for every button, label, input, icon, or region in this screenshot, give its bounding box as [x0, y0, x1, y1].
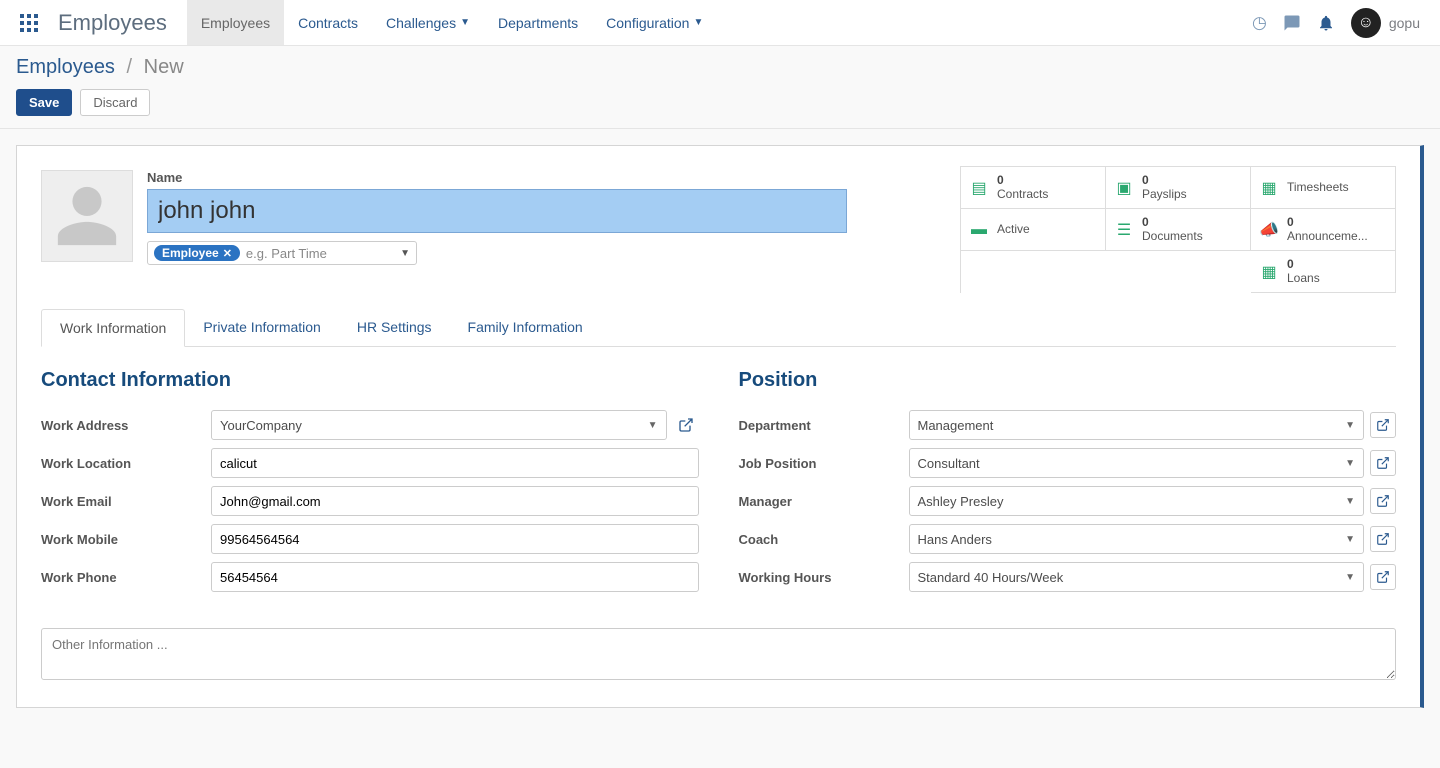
user-menu[interactable]: ☺ gopu: [1351, 8, 1420, 38]
external-link-icon[interactable]: [1370, 412, 1396, 438]
stat-announcements[interactable]: 📣0Announceme...: [1251, 209, 1396, 251]
breadcrumb-root[interactable]: Employees: [16, 56, 115, 78]
tag-employee[interactable]: Employee ✕: [154, 245, 240, 261]
stat-buttons: ▤0Contracts ▣0Payslips ▦Timesheets ▬Acti…: [960, 166, 1396, 293]
other-information-textarea[interactable]: [41, 628, 1396, 680]
coach-label: Coach: [739, 532, 909, 547]
stat-contracts[interactable]: ▤0Contracts: [961, 167, 1106, 209]
tab-hr-settings[interactable]: HR Settings: [339, 309, 450, 346]
work-location-label: Work Location: [41, 456, 211, 471]
breadcrumb-current: New: [144, 56, 184, 78]
stat-active[interactable]: ▬Active: [961, 209, 1106, 251]
work-phone-label: Work Phone: [41, 570, 211, 585]
close-icon[interactable]: ✕: [223, 247, 232, 260]
nav-right: ◷ ☺ gopu: [1252, 8, 1432, 38]
work-email-input[interactable]: [211, 486, 699, 516]
chevron-down-icon: ▼: [1345, 496, 1355, 507]
discard-button[interactable]: Discard: [80, 89, 150, 116]
megaphone-icon: 📣: [1259, 220, 1279, 240]
name-label: Name: [147, 170, 847, 185]
manager-select[interactable]: Ashley Presley▼: [909, 486, 1365, 516]
apps-grid-icon[interactable]: [8, 14, 50, 32]
avatar: ☺: [1351, 8, 1381, 38]
control-panel: Employees / New Save Discard: [0, 46, 1440, 129]
section-title-contact: Contact Information: [41, 369, 699, 392]
nav-contracts[interactable]: Contracts: [284, 0, 372, 45]
position-section: Position Department Management▼ Job Posi…: [739, 369, 1397, 600]
external-link-icon[interactable]: [673, 412, 699, 438]
chevron-down-icon: ▼: [648, 420, 658, 431]
book-icon: ▤: [969, 178, 989, 198]
stat-loans[interactable]: ▦0Loans: [1251, 251, 1396, 293]
stat-timesheets[interactable]: ▦Timesheets: [1251, 167, 1396, 209]
chevron-down-icon: ▼: [1345, 534, 1355, 545]
chevron-down-icon: ▼: [1345, 572, 1355, 583]
breadcrumb-sep: /: [127, 56, 133, 78]
work-address-label: Work Address: [41, 418, 211, 433]
chat-icon[interactable]: [1283, 14, 1301, 32]
department-label: Department: [739, 418, 909, 433]
work-mobile-label: Work Mobile: [41, 532, 211, 547]
department-select[interactable]: Management▼: [909, 410, 1365, 440]
work-phone-input[interactable]: [211, 562, 699, 592]
working-hours-label: Working Hours: [739, 570, 909, 585]
top-navbar: Employees Employees Contracts Challenges…: [0, 0, 1440, 46]
brand-title: Employees: [50, 10, 187, 36]
work-mobile-input[interactable]: [211, 524, 699, 554]
money-icon: ▣: [1114, 178, 1134, 198]
tab-work-information[interactable]: Work Information: [41, 309, 185, 347]
external-link-icon[interactable]: [1370, 564, 1396, 590]
action-bar: Save Discard: [16, 89, 1424, 116]
contact-section: Contact Information Work Address YourCom…: [41, 369, 699, 600]
job-position-select: Consultant▼: [909, 448, 1365, 478]
nav-menu: Employees Contracts Challenges ▼ Departme…: [187, 0, 718, 45]
calendar-icon: ▦: [1259, 178, 1279, 198]
chevron-down-icon: ▼: [1345, 458, 1355, 469]
bell-icon[interactable]: [1317, 14, 1335, 32]
coach-select[interactable]: Hans Anders▼: [909, 524, 1365, 554]
working-hours-select[interactable]: Standard 40 Hours/Week▼: [909, 562, 1365, 592]
username: gopu: [1389, 15, 1420, 31]
chevron-down-icon: ▼: [460, 17, 470, 28]
stat-documents[interactable]: ☰0Documents: [1106, 209, 1251, 251]
nav-configuration-label: Configuration: [606, 15, 689, 31]
chevron-down-icon: ▼: [1345, 420, 1355, 431]
external-link-icon[interactable]: [1370, 526, 1396, 552]
chevron-down-icon: ▼: [400, 248, 410, 259]
manager-label: Manager: [739, 494, 909, 509]
job-position-label: Job Position: [739, 456, 909, 471]
tags-input[interactable]: Employee ✕ e.g. Part Time ▼: [147, 241, 417, 265]
work-email-label: Work Email: [41, 494, 211, 509]
stat-payslips[interactable]: ▣0Payslips: [1106, 167, 1251, 209]
list-icon: ☰: [1114, 220, 1134, 240]
nav-departments[interactable]: Departments: [484, 0, 592, 45]
breadcrumb: Employees / New: [16, 56, 1424, 79]
section-title-position: Position: [739, 369, 1397, 392]
external-link-icon[interactable]: [1370, 450, 1396, 476]
external-link-icon[interactable]: [1370, 488, 1396, 514]
work-location-input[interactable]: [211, 448, 699, 478]
nav-configuration[interactable]: Configuration ▼: [592, 0, 717, 45]
employee-photo[interactable]: [41, 170, 133, 262]
tag-label: Employee: [162, 246, 219, 260]
form-tabs: Work Information Private Information HR …: [41, 309, 1396, 347]
calendar-icon: ▦: [1259, 262, 1279, 282]
work-address-select[interactable]: YourCompany▼: [211, 410, 667, 440]
nav-challenges[interactable]: Challenges ▼: [372, 0, 484, 45]
tags-placeholder: e.g. Part Time: [246, 246, 394, 261]
chevron-down-icon: ▼: [693, 17, 703, 28]
clock-icon[interactable]: ◷: [1252, 13, 1267, 33]
tab-family-information[interactable]: Family Information: [450, 309, 601, 346]
employee-name-input[interactable]: [147, 189, 847, 233]
nav-employees[interactable]: Employees: [187, 0, 284, 45]
save-button[interactable]: Save: [16, 89, 72, 116]
toggle-on-icon: ▬: [969, 221, 989, 239]
form-sheet: Name Employee ✕ e.g. Part Time ▼ ▤0Contra…: [16, 145, 1424, 708]
nav-challenges-label: Challenges: [386, 15, 456, 31]
tab-private-information[interactable]: Private Information: [185, 309, 339, 346]
